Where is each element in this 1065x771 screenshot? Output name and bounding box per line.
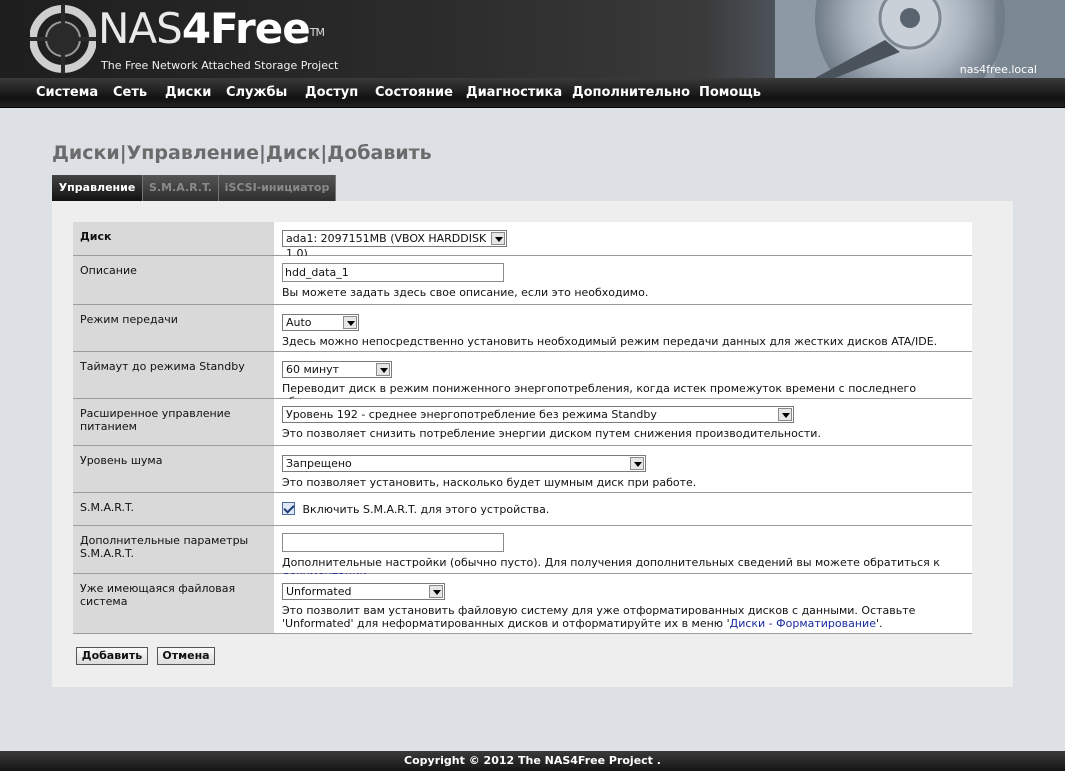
menu-item-access[interactable]: Доступ bbox=[305, 85, 358, 100]
filesystem-select[interactable]: Unformated bbox=[282, 583, 445, 600]
chevron-down-icon bbox=[630, 457, 644, 470]
disk-select[interactable]: ada1: 2097151MB (VBOX HARDDISK 1.0) bbox=[282, 230, 507, 260]
smart-enable-checkbox-label[interactable]: Включить S.M.A.R.T. для этого устройства… bbox=[303, 503, 550, 516]
form-row-description: Описание hdd_data_1 Вы можете задать зде… bbox=[73, 256, 972, 305]
chevron-down-icon bbox=[429, 585, 443, 598]
transfer-mode-select[interactable]: Auto bbox=[282, 314, 359, 331]
description-hint: Вы можете задать здесь свое описание, ес… bbox=[282, 286, 649, 299]
tab-management[interactable]: Управление bbox=[52, 175, 143, 201]
acoustic-hint: Это позволяет установить, насколько буде… bbox=[282, 476, 697, 489]
logo-tagline: The Free Network Attached Storage Projec… bbox=[101, 59, 339, 72]
main-menu: Система Сеть Диски Службы Доступ Состоян… bbox=[0, 78, 1065, 108]
tab-smart[interactable]: S.M.A.R.T. bbox=[143, 175, 219, 201]
menu-item-help[interactable]: Помощь bbox=[699, 85, 761, 100]
header-banner: NAS4FreeTM The Free Network Attached Sto… bbox=[0, 0, 1065, 78]
chevron-down-icon bbox=[491, 232, 505, 245]
form-row-acoustic: Уровень шума Запрещено Это позволяет уст… bbox=[73, 446, 972, 493]
form-row-smart: S.M.A.R.T. Включить S.M.A.R.T. для этого… bbox=[73, 493, 972, 526]
form-row-standby: Таймаут до режима Standby 60 минут Перев… bbox=[73, 352, 972, 408]
chevron-down-icon bbox=[778, 408, 792, 421]
standby-label: Таймаут до режима Standby bbox=[73, 352, 274, 398]
logo-wordmark: NAS4FreeTM bbox=[98, 4, 325, 53]
filesystem-label: Уже имеющаяся файловая система bbox=[73, 574, 274, 633]
description-input[interactable]: hdd_data_1 bbox=[282, 263, 504, 282]
apm-select[interactable]: Уровень 192 - среднее энергопотребление … bbox=[282, 406, 794, 423]
form-row-transfer-mode: Режим передачи Auto Здесь можно непосред… bbox=[73, 305, 972, 352]
cancel-button[interactable]: Отмена bbox=[157, 647, 215, 665]
acoustic-select[interactable]: Запрещено bbox=[282, 455, 646, 472]
chevron-down-icon bbox=[376, 363, 390, 376]
description-label: Описание bbox=[73, 256, 274, 304]
add-button[interactable]: Добавить bbox=[76, 647, 148, 665]
hostname-label: nas4free.local bbox=[959, 63, 1037, 76]
filesystem-hint: Это позволит вам установить файловую сис… bbox=[282, 604, 916, 630]
menu-item-diagnostics[interactable]: Диагностика bbox=[466, 85, 562, 100]
form-panel: Диск ada1: 2097151MB (VBOX HARDDISK 1.0)… bbox=[52, 201, 1013, 687]
form-row-filesystem: Уже имеющаяся файловая система Unformate… bbox=[73, 574, 972, 634]
form-row-apm: Расширенное управление питанием Уровень … bbox=[73, 399, 972, 446]
standby-select[interactable]: 60 минут bbox=[282, 361, 392, 378]
form-row-disk: Диск ada1: 2097151MB (VBOX HARDDISK 1.0) bbox=[73, 222, 972, 260]
menu-item-services[interactable]: Службы bbox=[226, 85, 287, 100]
menu-item-status[interactable]: Состояние bbox=[375, 85, 453, 100]
footer-copyright: Copyright © 2012 The NAS4Free Project . bbox=[0, 751, 1065, 771]
transfer-mode-hint: Здесь можно непосредственно установить н… bbox=[282, 335, 938, 348]
nas4free-logo-icon bbox=[30, 4, 96, 74]
smart-extra-input[interactable] bbox=[282, 533, 504, 552]
smart-extra-label: Дополнительные параметры S.M.A.R.T. bbox=[73, 526, 274, 573]
apm-label: Расширенное управление питанием bbox=[73, 399, 274, 445]
smart-enable-checkbox[interactable] bbox=[282, 502, 295, 515]
disk-label: Диск bbox=[73, 222, 274, 255]
menu-item-disks[interactable]: Диски bbox=[165, 85, 211, 100]
transfer-mode-label: Режим передачи bbox=[73, 305, 274, 351]
chevron-down-icon bbox=[343, 316, 357, 329]
menu-item-advanced[interactable]: Дополнительно bbox=[572, 85, 690, 100]
apm-hint: Это позволяет снизить потребление энерги… bbox=[282, 427, 821, 440]
menu-item-network[interactable]: Сеть bbox=[113, 85, 147, 100]
smart-label: S.M.A.R.T. bbox=[73, 493, 274, 525]
disks-format-link[interactable]: Диски - Форматирование bbox=[730, 617, 876, 630]
page-title: Диски|Управление|Диск|Добавить bbox=[52, 142, 432, 164]
form-row-smart-extra: Дополнительные параметры S.M.A.R.T. Допо… bbox=[73, 526, 972, 582]
acoustic-label: Уровень шума bbox=[73, 446, 274, 492]
menu-item-system[interactable]: Система bbox=[36, 85, 98, 100]
tab-iscsi-initiator[interactable]: iSCSI-инициатор bbox=[219, 175, 336, 201]
